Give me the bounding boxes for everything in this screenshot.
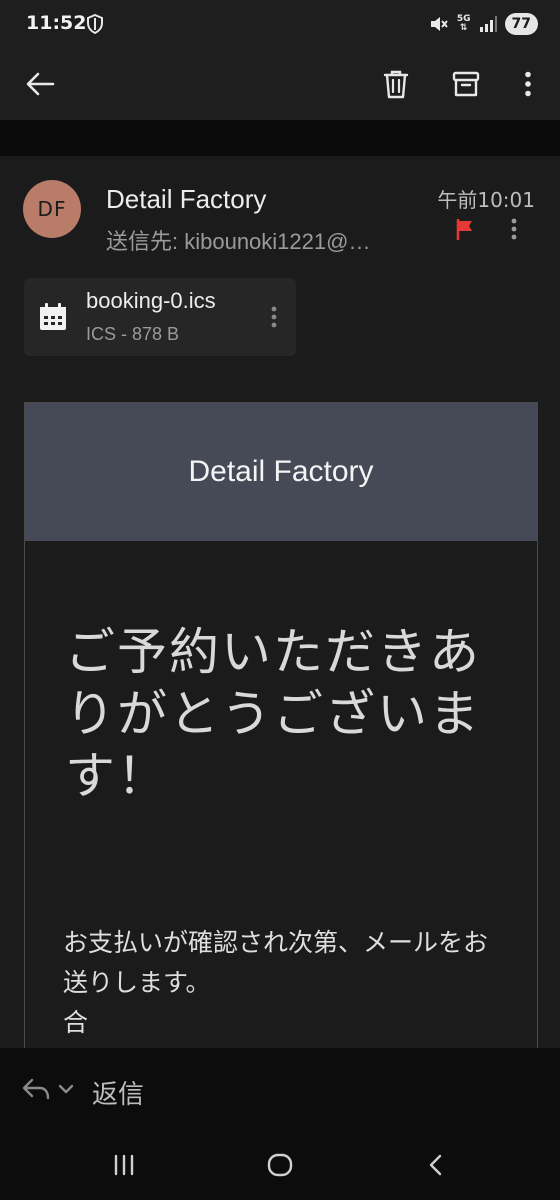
attachment-name: booking-0.ics bbox=[86, 288, 216, 313]
more-vert-icon bbox=[271, 306, 277, 328]
back-button[interactable] bbox=[16, 60, 64, 108]
status-time: 11:52 bbox=[26, 12, 87, 34]
recents-button[interactable] bbox=[102, 1148, 146, 1182]
system-nav-bar bbox=[0, 1132, 560, 1200]
signal-icon bbox=[479, 16, 497, 32]
home-button[interactable] bbox=[258, 1148, 302, 1182]
email-time: 午前10:01 bbox=[437, 188, 535, 212]
archive-button[interactable] bbox=[442, 60, 490, 108]
email-header: DF Detail Factory 送信先: kibounoki1221@… 午… bbox=[0, 156, 560, 276]
data-arrows-icon: ⇅ bbox=[459, 23, 468, 33]
recents-icon bbox=[114, 1154, 134, 1176]
status-icons: 5G ⇅ 77 bbox=[429, 11, 538, 37]
attachment-more-button[interactable] bbox=[264, 302, 284, 332]
reply-bar: 返信 bbox=[0, 1048, 560, 1132]
message-body: Detail Factory ご予約いただきありがとうございます！ お支払いが確… bbox=[24, 402, 538, 1102]
app-bar bbox=[0, 48, 560, 120]
more-vert-icon bbox=[511, 218, 517, 240]
banner-title: Detail Factory bbox=[188, 455, 374, 488]
home-icon bbox=[267, 1153, 293, 1177]
avatar[interactable]: DF bbox=[23, 180, 81, 238]
status-bar: 11:52 5G ⇅ 77 bbox=[0, 0, 560, 48]
battery-badge: 77 bbox=[504, 13, 538, 35]
delete-button[interactable] bbox=[372, 60, 420, 108]
attachment-chip[interactable]: booking-0.ics ICS - 878 B bbox=[24, 278, 296, 356]
more-vert-icon bbox=[525, 71, 531, 97]
calendar-icon bbox=[40, 303, 66, 330]
divider-band bbox=[0, 120, 560, 156]
recipient-line[interactable]: 送信先: kibounoki1221@… bbox=[106, 224, 426, 256]
message-more-button[interactable] bbox=[500, 214, 528, 244]
chevron-left-icon bbox=[429, 1154, 442, 1176]
message-heading: ご予約いただきありがとうございます！ bbox=[65, 623, 481, 805]
network-indicator: 5G ⇅ bbox=[457, 15, 471, 33]
trash-icon bbox=[383, 70, 409, 99]
sender-name: Detail Factory bbox=[106, 184, 267, 214]
shield-icon bbox=[87, 14, 103, 34]
system-back-button[interactable] bbox=[414, 1148, 458, 1182]
reply-icon[interactable] bbox=[20, 1074, 80, 1106]
mute-icon bbox=[430, 17, 448, 31]
message-banner: Detail Factory bbox=[25, 403, 537, 541]
message-text: お支払いが確認され次第、メールをお送りします。 合 bbox=[63, 928, 489, 1037]
attachment-meta: ICS - 878 B bbox=[86, 324, 180, 344]
flag-icon[interactable] bbox=[455, 218, 475, 240]
archive-icon bbox=[452, 71, 480, 97]
back-arrow-icon bbox=[26, 72, 55, 96]
more-options-button[interactable] bbox=[504, 60, 552, 108]
reply-button[interactable]: 返信 bbox=[92, 1074, 144, 1111]
